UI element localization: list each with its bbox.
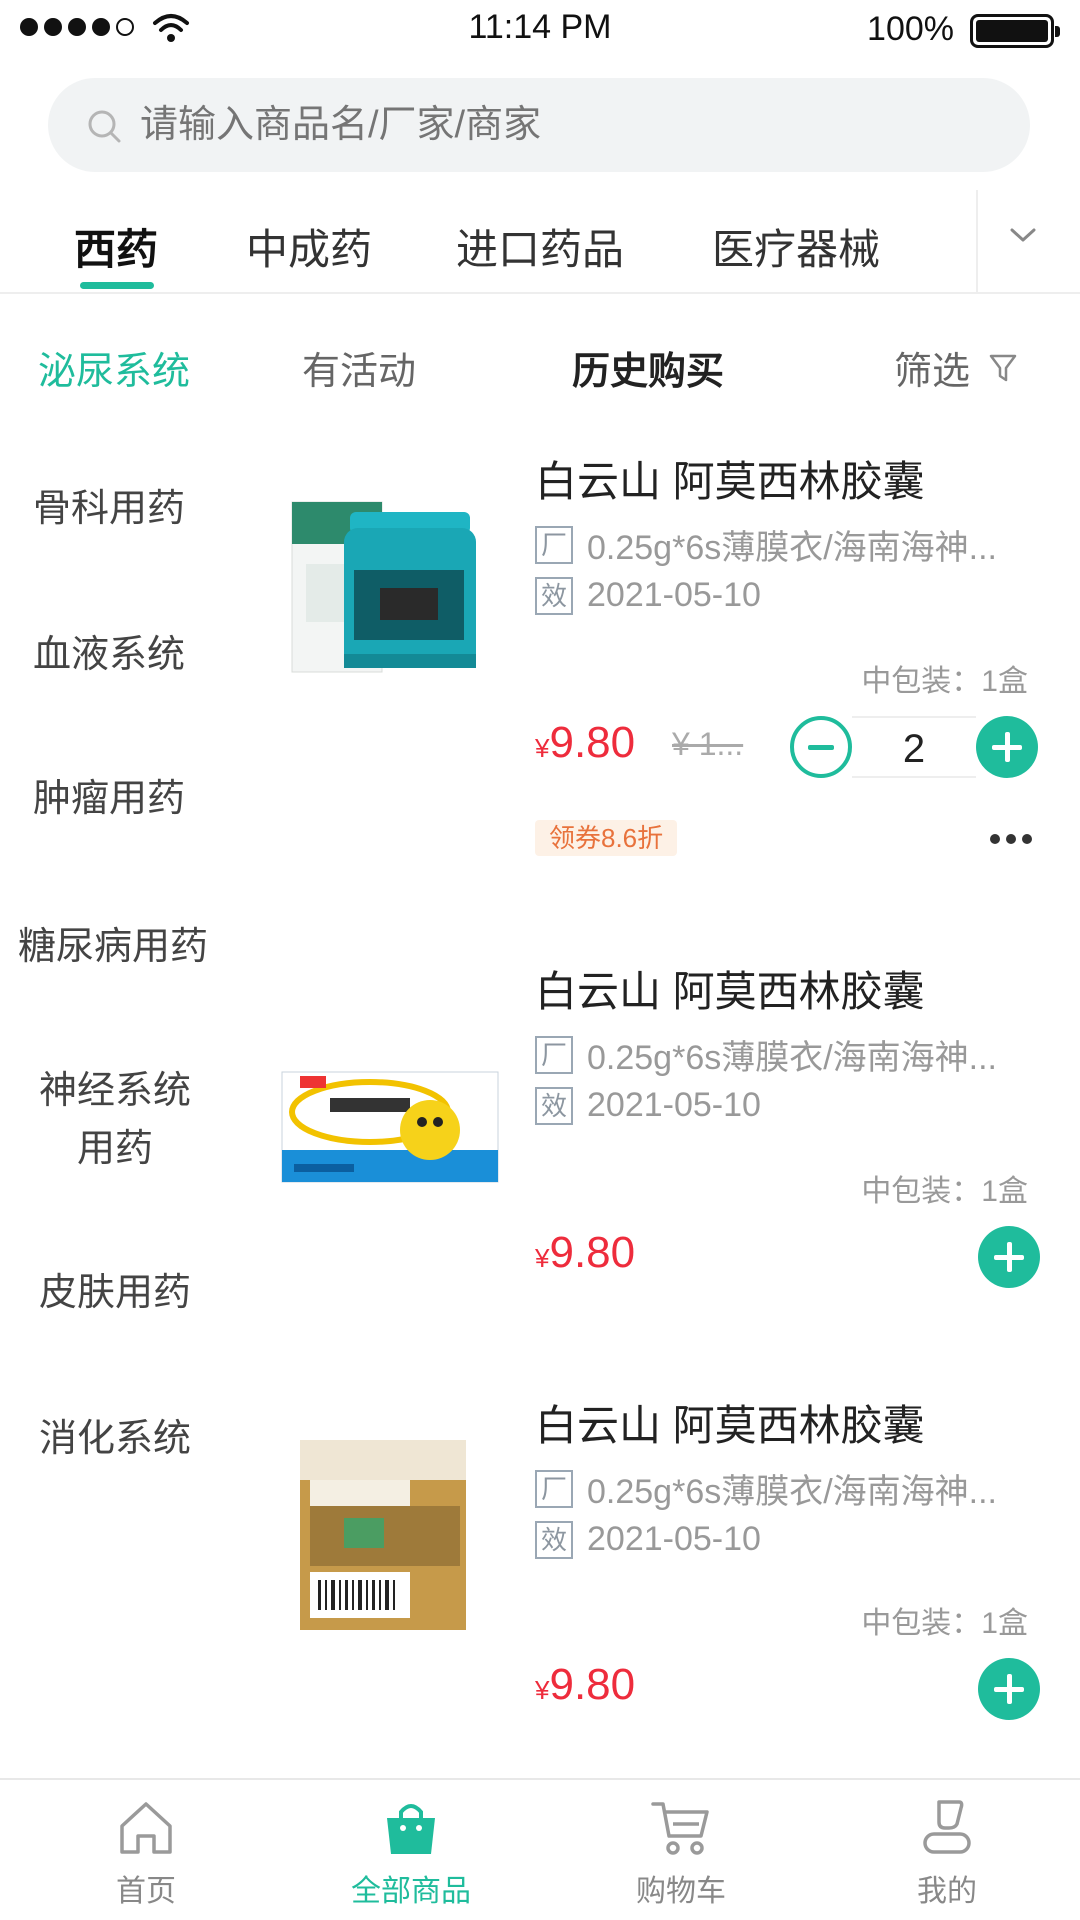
cart-icon — [651, 1802, 709, 1855]
filter-category[interactable]: 泌尿系统 — [38, 340, 190, 395]
product-title: 白云山 阿莫西林胶囊 — [535, 968, 925, 1015]
product-expiry: 2021-05-10 — [587, 1520, 761, 1558]
product-expiry: 2021-05-10 — [587, 576, 761, 614]
filter-activity[interactable]: 有活动 — [302, 340, 416, 395]
sidebar-item-neurology[interactable]: 神经系统 用药 — [0, 1062, 230, 1178]
increase-quantity-button[interactable] — [976, 716, 1038, 778]
nav-home[interactable]: 首页 — [11, 1780, 281, 1920]
nav-cart-label: 购物车 — [636, 1875, 726, 1908]
category-tabs: 西药 中成药 进口药品 医疗器械 — [0, 190, 1080, 294]
tab-imported-medicine[interactable]: 进口药品 — [456, 216, 624, 277]
product-title: 白云山 阿莫西林胶囊 — [535, 458, 925, 505]
filter-row: 泌尿系统 有活动 历史购买 筛选 — [0, 330, 1080, 400]
product-card[interactable]: 白云山 阿莫西林胶囊 厂 0.25g*6s薄膜衣/海南海神... 效 2021-… — [270, 1392, 1060, 1742]
user-icon — [923, 1800, 971, 1854]
product-image[interactable] — [270, 1422, 500, 1642]
quantity-value[interactable]: 2 — [852, 716, 976, 778]
product-price: ¥9.80 — [535, 1228, 636, 1277]
battery-icon — [970, 14, 1060, 48]
product-expiry: 2021-05-10 — [587, 1086, 761, 1124]
active-tab-indicator — [80, 282, 154, 289]
home-icon — [120, 1802, 172, 1854]
status-bar: 11:14 PM 100% — [0, 0, 1080, 58]
expiry-tag: 效 — [535, 1520, 573, 1559]
sidebar-item-dermatology[interactable]: 皮肤用药 — [0, 1264, 230, 1322]
product-card[interactable]: 白云山 阿莫西林胶囊 厂 0.25g*6s薄膜衣/海南海神... 效 2021-… — [270, 958, 1060, 1308]
pack-size: 中包装：1盒 — [861, 665, 1028, 698]
filter-history[interactable]: 历史购买 — [572, 340, 724, 395]
product-image[interactable] — [270, 1002, 500, 1222]
product-title: 白云山 阿莫西林胶囊 — [535, 1402, 925, 1449]
product-price: ¥9.80 — [535, 1660, 636, 1709]
filter-funnel-icon[interactable] — [988, 352, 1018, 384]
product-spec-row: 厂 0.25g*6s薄膜衣/海南海神... — [535, 520, 997, 569]
manufacturer-tag: 厂 — [535, 1035, 573, 1074]
search-bar[interactable] — [48, 78, 1030, 172]
nav-home-label: 首页 — [116, 1875, 176, 1908]
expiry-tag: 效 — [535, 1086, 573, 1125]
add-to-cart-button[interactable] — [978, 1658, 1040, 1720]
tab-medical-devices[interactable]: 医疗器械 — [712, 216, 880, 277]
product-card[interactable]: 白云山 阿莫西林胶囊 厂 0.25g*6s薄膜衣/海南海神... 效 2021-… — [270, 448, 1060, 868]
product-spec: 0.25g*6s薄膜衣/海南海神... — [587, 529, 998, 567]
quantity-stepper: 2 — [790, 716, 1038, 778]
bottom-navigation: 首页 全部商品 购物车 我的 — [0, 1778, 1080, 1920]
expand-categories-button[interactable] — [976, 190, 1080, 292]
product-expiry-row: 效 2021-05-10 — [535, 576, 761, 615]
nav-cart[interactable]: 购物车 — [546, 1780, 816, 1920]
sidebar-item-digestive[interactable]: 消化系统 — [0, 1410, 230, 1468]
product-expiry-row: 效 2021-05-10 — [535, 1086, 761, 1125]
product-spec: 0.25g*6s薄膜衣/海南海神... — [587, 1039, 998, 1077]
product-image[interactable] — [270, 472, 500, 692]
product-spec: 0.25g*6s薄膜衣/海南海神... — [587, 1473, 998, 1511]
expiry-tag: 效 — [535, 576, 573, 615]
original-price: ¥ 1... — [672, 726, 744, 762]
sidebar-item-diabetes[interactable]: 糖尿病用药 — [0, 918, 228, 976]
coupon-badge[interactable]: 领券8.6折 — [535, 820, 678, 856]
sidebar-item-oncology[interactable]: 肿瘤用药 — [0, 770, 224, 828]
add-to-cart-button[interactable] — [978, 1226, 1040, 1288]
tab-chinese-patent-medicine[interactable]: 中成药 — [246, 216, 372, 277]
sidebar-item-orthopedics[interactable]: 骨科用药 — [0, 480, 224, 538]
product-spec-row: 厂 0.25g*6s薄膜衣/海南海神... — [535, 1464, 997, 1513]
nav-all-products[interactable]: 全部商品 — [276, 1780, 546, 1920]
manufacturer-tag: 厂 — [535, 1469, 573, 1508]
search-icon — [88, 110, 121, 143]
more-options-icon[interactable] — [990, 834, 1032, 844]
battery-percent: 100% — [867, 10, 954, 48]
search-input[interactable] — [140, 78, 1000, 172]
sidebar-item-blood[interactable]: 血液系统 — [0, 626, 224, 684]
product-expiry-row: 效 2021-05-10 — [535, 1520, 761, 1559]
pack-size: 中包装：1盒 — [861, 1175, 1028, 1208]
decrease-quantity-button[interactable] — [790, 716, 852, 778]
pack-size: 中包装：1盒 — [861, 1607, 1028, 1640]
product-price: ¥9.80 — [535, 718, 636, 767]
filter-button[interactable]: 筛选 — [894, 340, 970, 395]
tab-western-medicine[interactable]: 西药 — [74, 216, 158, 277]
chevron-down-icon — [1010, 228, 1036, 242]
nav-profile-label: 我的 — [917, 1875, 977, 1908]
shopping-bag-icon — [387, 1804, 435, 1854]
product-spec-row: 厂 0.25g*6s薄膜衣/海南海神... — [535, 1030, 997, 1079]
nav-all-products-label: 全部商品 — [351, 1875, 471, 1908]
nav-profile[interactable]: 我的 — [812, 1780, 1080, 1920]
manufacturer-tag: 厂 — [535, 525, 573, 564]
